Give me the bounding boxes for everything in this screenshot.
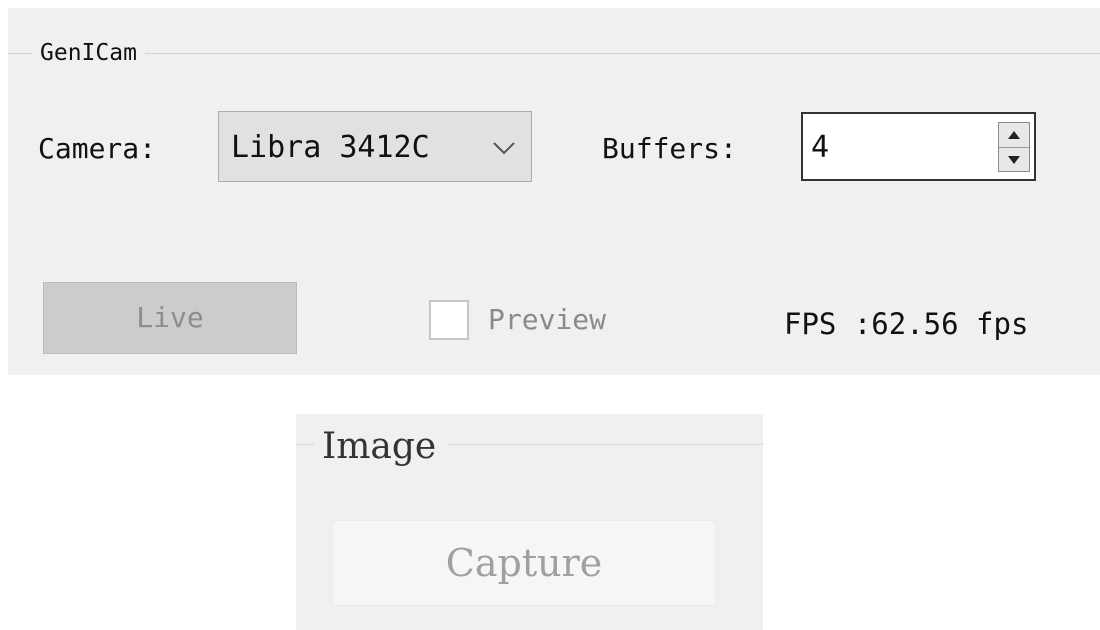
buffers-label: Buffers: xyxy=(602,132,737,165)
chevron-down-icon[interactable] xyxy=(489,132,519,162)
camera-select-value: Libra 3412C xyxy=(231,130,430,165)
capture-button[interactable]: Capture xyxy=(332,520,716,606)
buffers-spinbox[interactable]: 4 xyxy=(801,112,1036,181)
camera-label: Camera: xyxy=(38,132,157,165)
live-button[interactable]: Live xyxy=(43,282,297,354)
fps-readout: FPS :62.56 fps xyxy=(784,307,1029,341)
genicam-groupbox-title: GenICam xyxy=(32,36,145,70)
buffers-spin-buttons xyxy=(998,122,1030,172)
camera-select[interactable]: Libra 3412C xyxy=(218,111,532,182)
groupbox-border xyxy=(8,53,1100,54)
preview-label: Preview xyxy=(488,303,607,336)
preview-checkbox[interactable] xyxy=(429,300,469,340)
buffers-increment-button[interactable] xyxy=(999,123,1029,147)
image-groupbox: Image Capture xyxy=(296,414,763,630)
genicam-groupbox: GenICam Camera: Libra 3412C Buffers: 4 L… xyxy=(8,8,1100,375)
buffers-value[interactable]: 4 xyxy=(811,128,829,168)
buffers-decrement-button[interactable] xyxy=(999,147,1029,172)
image-groupbox-title: Image xyxy=(314,424,449,470)
